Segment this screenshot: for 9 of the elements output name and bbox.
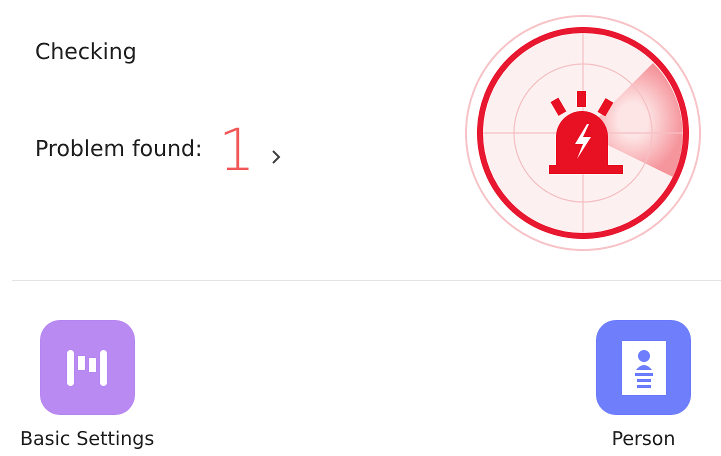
settings-tile[interactable] [40, 320, 135, 415]
problem-label: Problem found: [35, 136, 202, 164]
shortcut-label[interactable]: Basic Settings [20, 429, 154, 450]
chevron-right-icon[interactable] [271, 148, 282, 164]
person-tile[interactable] [596, 320, 691, 415]
bars-icon [65, 348, 110, 388]
status-title: Checking [35, 38, 138, 66]
id-card-icon [620, 340, 666, 396]
shortcut-label[interactable]: Person [612, 429, 676, 450]
